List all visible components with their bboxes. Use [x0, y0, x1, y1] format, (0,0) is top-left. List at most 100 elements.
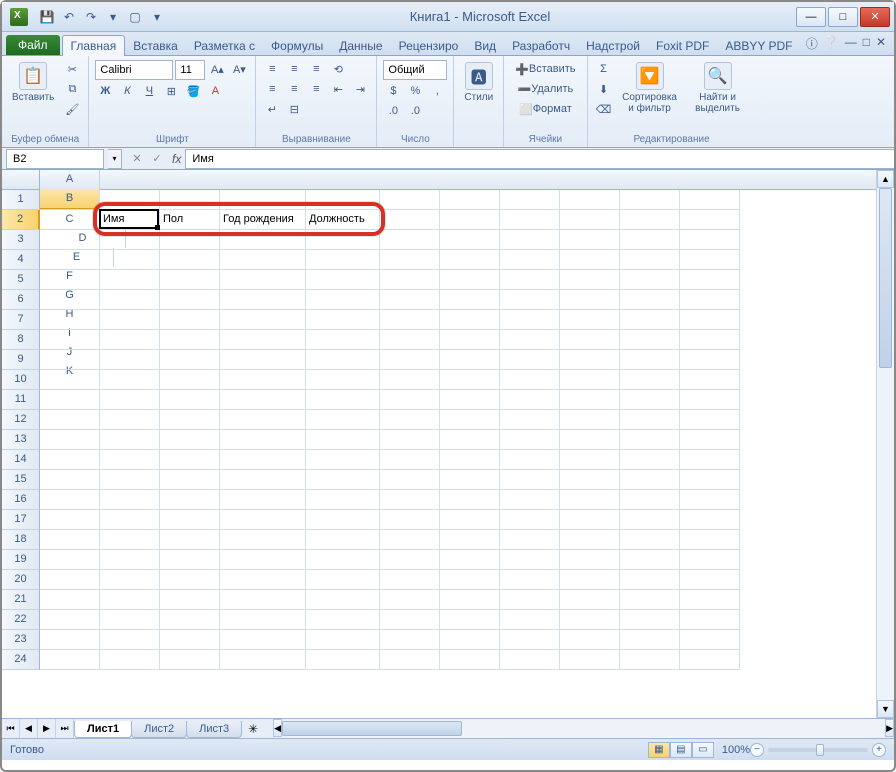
cell-J18[interactable] — [620, 530, 680, 550]
row-header-23[interactable]: 23 — [2, 630, 40, 650]
cell-G12[interactable] — [440, 410, 500, 430]
row-header-9[interactable]: 9 — [2, 350, 40, 370]
cell-C16[interactable] — [160, 490, 220, 510]
cell-A10[interactable] — [40, 370, 100, 390]
cell-F10[interactable] — [380, 370, 440, 390]
ribbon-tab-1[interactable]: Вставка — [125, 36, 186, 56]
cell-F18[interactable] — [380, 530, 440, 550]
cell-D8[interactable] — [220, 330, 306, 350]
cell-I8[interactable] — [560, 330, 620, 350]
cell-H18[interactable] — [500, 530, 560, 550]
cell-G11[interactable] — [440, 390, 500, 410]
cell-E8[interactable] — [306, 330, 380, 350]
cell-K17[interactable] — [680, 510, 740, 530]
cell-I3[interactable] — [560, 230, 620, 250]
cell-I5[interactable] — [560, 270, 620, 290]
cell-B3[interactable] — [100, 230, 160, 250]
cancel-formula-icon[interactable]: ✕ — [128, 150, 146, 168]
qat-more-icon[interactable]: ▾ — [104, 8, 122, 26]
cell-A3[interactable] — [40, 230, 100, 250]
cell-G24[interactable] — [440, 650, 500, 670]
row-header-14[interactable]: 14 — [2, 450, 40, 470]
cell-K6[interactable] — [680, 290, 740, 310]
cell-C10[interactable] — [160, 370, 220, 390]
cell-A23[interactable] — [40, 630, 100, 650]
cell-J14[interactable] — [620, 450, 680, 470]
scroll-thumb-h[interactable] — [282, 721, 462, 736]
cell-G8[interactable] — [440, 330, 500, 350]
cell-E6[interactable] — [306, 290, 380, 310]
cell-J7[interactable] — [620, 310, 680, 330]
ribbon-minimize-icon[interactable]: — — [845, 35, 857, 52]
cell-H8[interactable] — [500, 330, 560, 350]
cell-G9[interactable] — [440, 350, 500, 370]
ribbon-tab-4[interactable]: Данные — [331, 36, 390, 56]
row-header-3[interactable]: 3 — [2, 230, 40, 250]
sheet-prev-icon[interactable]: ◀ — [20, 719, 38, 738]
cell-D16[interactable] — [220, 490, 306, 510]
cell-C24[interactable] — [160, 650, 220, 670]
cell-A7[interactable] — [40, 310, 100, 330]
redo-icon[interactable]: ↷ — [82, 8, 100, 26]
cell-G18[interactable] — [440, 530, 500, 550]
cell-E11[interactable] — [306, 390, 380, 410]
scroll-track-h[interactable] — [282, 719, 885, 738]
cell-G16[interactable] — [440, 490, 500, 510]
cell-C9[interactable] — [160, 350, 220, 370]
cell-H13[interactable] — [500, 430, 560, 450]
cell-A1[interactable] — [40, 190, 100, 210]
cell-F21[interactable] — [380, 590, 440, 610]
cell-E3[interactable] — [306, 230, 380, 250]
cell-F6[interactable] — [380, 290, 440, 310]
cell-F24[interactable] — [380, 650, 440, 670]
cell-J8[interactable] — [620, 330, 680, 350]
number-format-select[interactable] — [383, 60, 447, 80]
cell-E21[interactable] — [306, 590, 380, 610]
cell-D3[interactable] — [220, 230, 306, 250]
ribbon-tab-9[interactable]: Foxit PDF — [648, 36, 717, 56]
scroll-thumb-v[interactable] — [879, 188, 892, 368]
cell-C22[interactable] — [160, 610, 220, 630]
cell-K8[interactable] — [680, 330, 740, 350]
cell-I20[interactable] — [560, 570, 620, 590]
sheet-last-icon[interactable]: ⏭ — [56, 719, 74, 738]
cell-I9[interactable] — [560, 350, 620, 370]
align-right-icon[interactable]: ≡ — [306, 80, 326, 98]
cell-A15[interactable] — [40, 470, 100, 490]
font-color-icon[interactable]: A — [205, 82, 225, 100]
format-cells-button[interactable]: ⬜ Формат — [510, 100, 580, 118]
cell-K15[interactable] — [680, 470, 740, 490]
cell-E4[interactable] — [306, 250, 380, 270]
cell-K10[interactable] — [680, 370, 740, 390]
cell-E2[interactable]: Должность — [306, 210, 380, 230]
qat-extra1-icon[interactable]: ▢ — [126, 8, 144, 26]
cell-F1[interactable] — [380, 190, 440, 210]
font-size-select[interactable] — [175, 60, 205, 80]
cell-F17[interactable] — [380, 510, 440, 530]
row-header-1[interactable]: 1 — [2, 190, 40, 210]
cell-J3[interactable] — [620, 230, 680, 250]
row-header-21[interactable]: 21 — [2, 590, 40, 610]
cell-D15[interactable] — [220, 470, 306, 490]
cell-E20[interactable] — [306, 570, 380, 590]
cell-A19[interactable] — [40, 550, 100, 570]
undo-icon[interactable]: ↶ — [60, 8, 78, 26]
row-header-12[interactable]: 12 — [2, 410, 40, 430]
scroll-left-icon[interactable]: ◀ — [273, 719, 282, 737]
find-select-button[interactable]: 🔍 Найти и выделить — [686, 60, 750, 116]
cell-C4[interactable] — [160, 250, 220, 270]
cell-H12[interactable] — [500, 410, 560, 430]
cell-A24[interactable] — [40, 650, 100, 670]
row-header-17[interactable]: 17 — [2, 510, 40, 530]
cell-J11[interactable] — [620, 390, 680, 410]
cell-B7[interactable] — [100, 310, 160, 330]
cell-C14[interactable] — [160, 450, 220, 470]
zoom-thumb[interactable] — [816, 744, 824, 756]
cell-H11[interactable] — [500, 390, 560, 410]
cell-C18[interactable] — [160, 530, 220, 550]
cell-H15[interactable] — [500, 470, 560, 490]
cell-E10[interactable] — [306, 370, 380, 390]
underline-button[interactable]: Ч — [139, 82, 159, 100]
cell-B5[interactable] — [100, 270, 160, 290]
cell-J9[interactable] — [620, 350, 680, 370]
